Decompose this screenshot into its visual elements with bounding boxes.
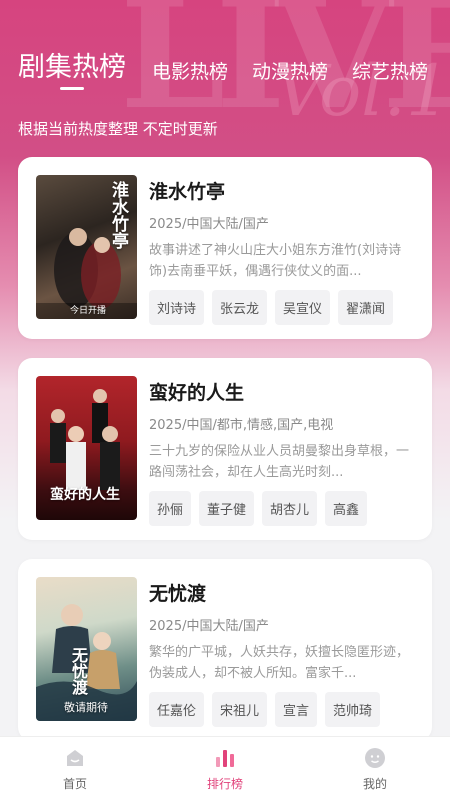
poster-image[interactable]: 淮水竹亭 今日开播: [36, 175, 137, 319]
tab-movie[interactable]: 电影热榜: [152, 57, 228, 84]
item-info: 无忧渡 2025/中国大陆/国产 繁华的广平城，人妖共存，妖擅长隐匿形迹，伪装成…: [149, 579, 418, 727]
list-item[interactable]: 淮水竹亭 今日开播 淮水竹亭 2025/中国大陆/国产 故事讲述了神火山庄大小姐…: [18, 157, 432, 339]
actor-tag[interactable]: 张云龙: [212, 290, 268, 325]
tab-anime[interactable]: 动漫热榜: [252, 57, 328, 84]
item-meta: 2025/中国大陆/国产: [149, 217, 269, 232]
home-icon: [67, 749, 83, 766]
ranking-icon: [216, 749, 234, 767]
ranking-subtitle: 根据当前热度整理 不定时更新: [18, 120, 218, 138]
nav-ranking[interactable]: 排行榜: [150, 737, 300, 800]
actor-tag[interactable]: 高鑫: [325, 491, 368, 526]
profile-icon: [365, 747, 385, 768]
poster-caption: 敬请期待: [64, 701, 108, 714]
item-title[interactable]: 无忧渡: [149, 579, 418, 607]
actor-tag[interactable]: 刘诗诗: [149, 290, 205, 325]
bottom-navigation: 首页 排行榜 我的: [0, 736, 450, 800]
actor-tag[interactable]: 吴宣仪: [275, 290, 331, 325]
nav-ranking-label: 排行榜: [206, 776, 243, 791]
tab-variety[interactable]: 综艺热榜: [352, 57, 428, 84]
poster-title: 蛮好的人生: [50, 487, 120, 503]
poster-title: 无忧渡: [69, 647, 88, 695]
category-tabs: 剧集热榜 电影热榜 动漫热榜 综艺热榜: [18, 44, 450, 84]
actor-tag[interactable]: 宋祖儿: [212, 692, 268, 727]
poster-title: 淮水竹亭: [108, 181, 128, 249]
actor-tag[interactable]: 宣言: [275, 692, 318, 727]
poster-image[interactable]: 蛮好的人生: [36, 376, 137, 520]
item-title[interactable]: 淮水竹亭: [149, 177, 418, 205]
ranking-list: 淮水竹亭 今日开播 淮水竹亭 2025/中国大陆/国产 故事讲述了神火山庄大小姐…: [18, 157, 432, 760]
item-description: 繁华的广平城，人妖共存，妖擅长隐匿形迹，伪装成人，却不被人所知。富家千...: [149, 645, 410, 681]
tab-drama[interactable]: 剧集热榜: [18, 45, 126, 84]
actor-tags: 任嘉伦 宋祖儿 宣言 范帅琦: [149, 692, 418, 727]
list-item[interactable]: 无忧渡 敬请期待 无忧渡 2025/中国大陆/国产 繁华的广平城，人妖共存，妖擅…: [18, 559, 432, 741]
item-description: 故事讲述了神火山庄大小姐东方淮竹(刘诗诗 饰)去南垂平妖，偶遇行侠仗义的面...: [149, 243, 402, 279]
item-title[interactable]: 蛮好的人生: [149, 378, 418, 406]
nav-profile-label: 我的: [362, 776, 387, 791]
actor-tag[interactable]: 胡杏儿: [262, 491, 318, 526]
nav-home-label: 首页: [62, 776, 87, 791]
actor-tag[interactable]: 任嘉伦: [149, 692, 205, 727]
item-meta: 2025/中国/都市,情感,国产,电视: [149, 418, 334, 433]
actor-tag[interactable]: 翟潇闻: [338, 290, 394, 325]
actor-tag[interactable]: 孙俪: [149, 491, 192, 526]
actor-tag[interactable]: 范帅琦: [325, 692, 381, 727]
actor-tags: 孙俪 董子健 胡杏儿 高鑫: [149, 491, 418, 526]
actor-tag[interactable]: 董子健: [199, 491, 255, 526]
item-info: 淮水竹亭 2025/中国大陆/国产 故事讲述了神火山庄大小姐东方淮竹(刘诗诗 饰…: [149, 177, 418, 325]
active-tab-indicator: [60, 87, 84, 90]
item-description: 三十九岁的保险从业人员胡曼黎出身草根，一路闯荡社会，却在人生高光时刻...: [149, 444, 410, 480]
poster-caption: 今日开播: [70, 306, 107, 316]
poster-image[interactable]: 无忧渡 敬请期待: [36, 577, 137, 721]
item-meta: 2025/中国大陆/国产: [149, 619, 269, 634]
nav-home[interactable]: 首页: [0, 737, 150, 800]
nav-profile[interactable]: 我的: [300, 737, 450, 800]
list-item[interactable]: 蛮好的人生 蛮好的人生 2025/中国/都市,情感,国产,电视 三十九岁的保险从…: [18, 358, 432, 540]
item-info: 蛮好的人生 2025/中国/都市,情感,国产,电视 三十九岁的保险从业人员胡曼黎…: [149, 378, 418, 526]
actor-tags: 刘诗诗 张云龙 吴宣仪 翟潇闻: [149, 290, 418, 325]
